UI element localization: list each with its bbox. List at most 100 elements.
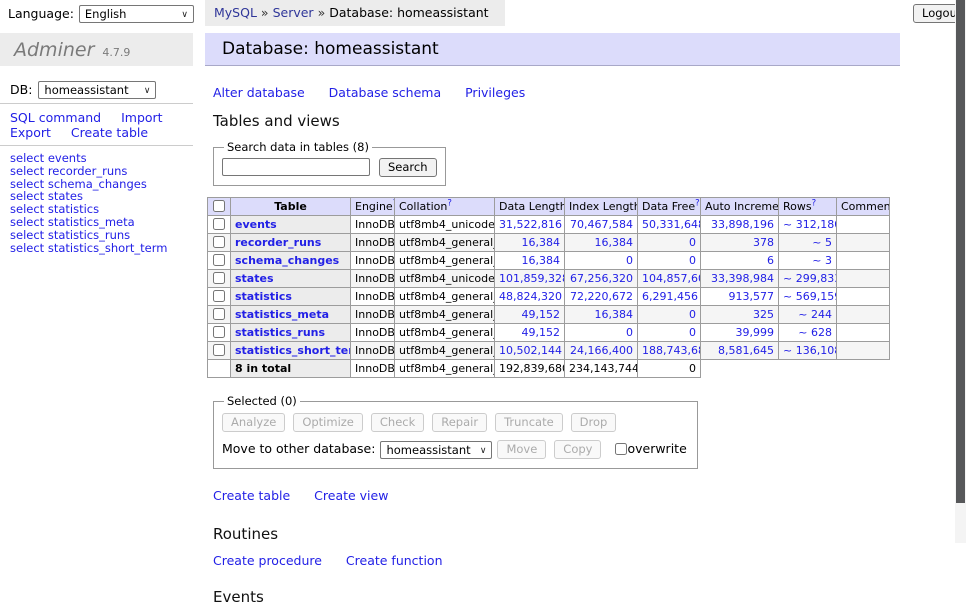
truncate-button[interactable]: Truncate <box>495 413 563 432</box>
table-link[interactable]: statistics_meta <box>235 308 329 321</box>
create-view-link[interactable]: Create view <box>314 488 388 503</box>
sidebar-item-select-statistics-meta[interactable]: select statistics_meta <box>10 216 167 229</box>
index-length-link[interactable]: 0 <box>626 326 633 339</box>
row-checkbox[interactable] <box>213 326 225 338</box>
row-checkbox[interactable] <box>213 218 225 230</box>
auto-increment-link[interactable]: 6 <box>767 254 774 267</box>
data-length-link[interactable]: 49,152 <box>522 326 561 339</box>
data-length-link[interactable]: 49,152 <box>522 308 561 321</box>
data-free-link[interactable]: 0 <box>689 326 696 339</box>
optimize-button[interactable]: Optimize <box>293 413 363 432</box>
row-checkbox[interactable] <box>213 254 225 266</box>
sidebar-link-sql-command[interactable]: SQL command <box>10 110 101 125</box>
data-length-link[interactable]: 101,859,328 <box>499 272 565 285</box>
data-free-link[interactable]: 188,743,680 <box>642 344 701 357</box>
sidebar-item-select-events[interactable]: select events <box>10 152 167 165</box>
auto-increment-link[interactable]: 33,898,196 <box>711 218 774 231</box>
collation-cell: utf8mb4_general_ci <box>395 288 495 306</box>
engine-cell: InnoDB <box>351 306 395 324</box>
breadcrumb-link-server[interactable]: Server <box>273 5 314 20</box>
rows-link[interactable]: ~ 136,108 <box>783 344 837 357</box>
data-length-link[interactable]: 16,384 <box>522 236 561 249</box>
data-free-link[interactable]: 0 <box>689 254 696 267</box>
table-link[interactable]: events <box>235 218 277 231</box>
row-checkbox[interactable] <box>213 290 225 302</box>
table-link[interactable]: states <box>235 272 274 285</box>
data-free-link[interactable]: 6,291,456 <box>642 290 698 303</box>
sidebar-item-select-statistics-short-term[interactable]: select statistics_short_term <box>10 242 167 255</box>
search-button[interactable]: Search <box>379 158 437 177</box>
auto-increment-link[interactable]: 33,398,984 <box>711 272 774 285</box>
help-link[interactable]: ? <box>812 198 817 208</box>
rows-link[interactable]: ~ 244 <box>798 308 832 321</box>
repair-button[interactable]: Repair <box>432 413 487 432</box>
index-length-link[interactable]: 72,220,672 <box>570 290 633 303</box>
breadcrumb-link-mysql[interactable]: MySQL <box>214 5 257 20</box>
index-length-link[interactable]: 24,166,400 <box>570 344 633 357</box>
table-link[interactable]: recorder_runs <box>235 236 321 249</box>
auto-increment-link[interactable]: 39,999 <box>736 326 775 339</box>
db-select[interactable]: homeassistant <box>38 81 156 99</box>
create-table-link[interactable]: Create table <box>213 488 290 503</box>
db-selector-row: DB:homeassistant <box>10 81 156 99</box>
index-length-link[interactable]: 16,384 <box>595 236 634 249</box>
analyze-button[interactable]: Analyze <box>222 413 285 432</box>
privileges-link[interactable]: Privileges <box>465 85 525 100</box>
data-free-link[interactable]: 104,857,600 <box>642 272 701 285</box>
help-link[interactable]: ? <box>695 198 700 208</box>
help-link[interactable]: ? <box>447 198 452 208</box>
app-version[interactable]: 4.7.9 <box>102 46 130 59</box>
overwrite-checkbox[interactable] <box>615 443 627 455</box>
create-procedure-link[interactable]: Create procedure <box>213 553 322 568</box>
index-length-link[interactable]: 0 <box>626 254 633 267</box>
data-length-link[interactable]: 48,824,320 <box>499 290 562 303</box>
table-link[interactable]: schema_changes <box>235 254 339 267</box>
copy-button[interactable]: Copy <box>554 440 601 459</box>
sidebar-link-import[interactable]: Import <box>121 110 163 125</box>
create-function-link[interactable]: Create function <box>346 553 443 568</box>
rows-link[interactable]: ~ 628 <box>798 326 832 339</box>
row-checkbox[interactable] <box>213 308 225 320</box>
data-free-link[interactable]: 0 <box>689 308 696 321</box>
index-length-link[interactable]: 16,384 <box>595 308 634 321</box>
data-free-link[interactable]: 50,331,648 <box>642 218 701 231</box>
rows-link[interactable]: ~ 5 <box>812 236 832 249</box>
rows-link[interactable]: ~ 3 <box>812 254 832 267</box>
drop-button[interactable]: Drop <box>571 413 617 432</box>
auto-increment-link[interactable]: 913,577 <box>729 290 775 303</box>
move-database-select[interactable]: homeassistant <box>380 441 492 459</box>
auto-increment-link[interactable]: 325 <box>753 308 774 321</box>
table-link[interactable]: statistics_runs <box>235 326 325 339</box>
rows-link[interactable]: ~ 312,180 <box>783 218 837 231</box>
auto-increment-link[interactable]: 378 <box>753 236 774 249</box>
column-header-label: Rows <box>783 200 812 213</box>
sidebar-item-select-recorder-runs[interactable]: select recorder_runs <box>10 165 167 178</box>
vertical-scrollbar[interactable] <box>955 0 966 543</box>
row-checkbox[interactable] <box>213 236 225 248</box>
index-length-link[interactable]: 70,467,584 <box>570 218 633 231</box>
move-button[interactable]: Move <box>497 440 546 459</box>
check-button[interactable]: Check <box>371 413 424 432</box>
sidebar-item-select-statistics-runs[interactable]: select statistics_runs <box>10 229 167 242</box>
rows-link[interactable]: ~ 569,159 <box>783 290 837 303</box>
search-input[interactable] <box>222 158 370 176</box>
app-name[interactable]: Adminer <box>14 39 94 61</box>
index-length-link[interactable]: 67,256,320 <box>570 272 633 285</box>
data-length-link[interactable]: 16,384 <box>522 254 561 267</box>
sidebar-link-export[interactable]: Export <box>10 125 51 140</box>
auto-increment-link[interactable]: 8,581,645 <box>718 344 774 357</box>
rows-link[interactable]: ~ 299,833 <box>783 272 837 285</box>
data-length-link[interactable]: 31,522,816 <box>499 218 562 231</box>
select-all-checkbox[interactable] <box>213 200 225 212</box>
table-link[interactable]: statistics_short_term <box>235 344 351 357</box>
data-length-link[interactable]: 10,502,144 <box>499 344 562 357</box>
scrollbar-thumb[interactable] <box>956 0 965 503</box>
table-link[interactable]: statistics <box>235 290 292 303</box>
sidebar-link-create-table[interactable]: Create table <box>71 125 148 140</box>
data-free-link[interactable]: 0 <box>689 236 696 249</box>
language-select[interactable]: English <box>79 5 194 23</box>
row-checkbox[interactable] <box>213 272 225 284</box>
alter-database-link[interactable]: Alter database <box>213 85 305 100</box>
row-checkbox[interactable] <box>213 344 225 356</box>
database-schema-link[interactable]: Database schema <box>329 85 441 100</box>
